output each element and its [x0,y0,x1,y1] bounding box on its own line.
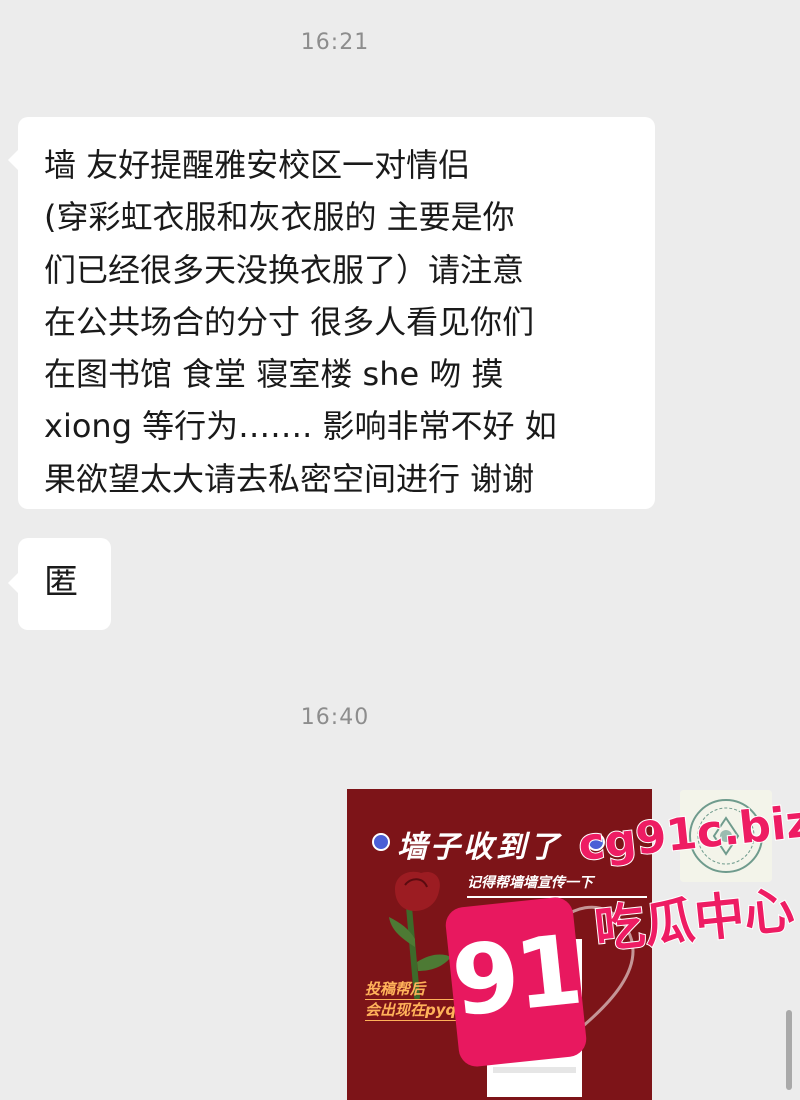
message-bubble[interactable]: 匿 [8,538,111,630]
watermark-badge: 91 [443,895,589,1069]
image-title: 墙子收到了 [397,830,562,865]
message-bubble[interactable]: 墙 友好提醒雅安校区一对情侣 (穿彩虹衣服和灰衣服的 主要是你 们已经很多天没换… [8,117,655,509]
scrollbar[interactable] [786,1010,792,1090]
flower-icon [372,833,390,851]
timestamp: 16:40 [300,705,370,730]
poster-footer [493,1067,576,1073]
chat-window: 16:21 墙 友好提醒雅安校区一对情侣 (穿彩虹衣服和灰衣服的 主要是你 们已… [0,0,800,1100]
timestamp: 16:21 [300,30,370,55]
watermark-badge-text: 91 [447,913,584,1039]
